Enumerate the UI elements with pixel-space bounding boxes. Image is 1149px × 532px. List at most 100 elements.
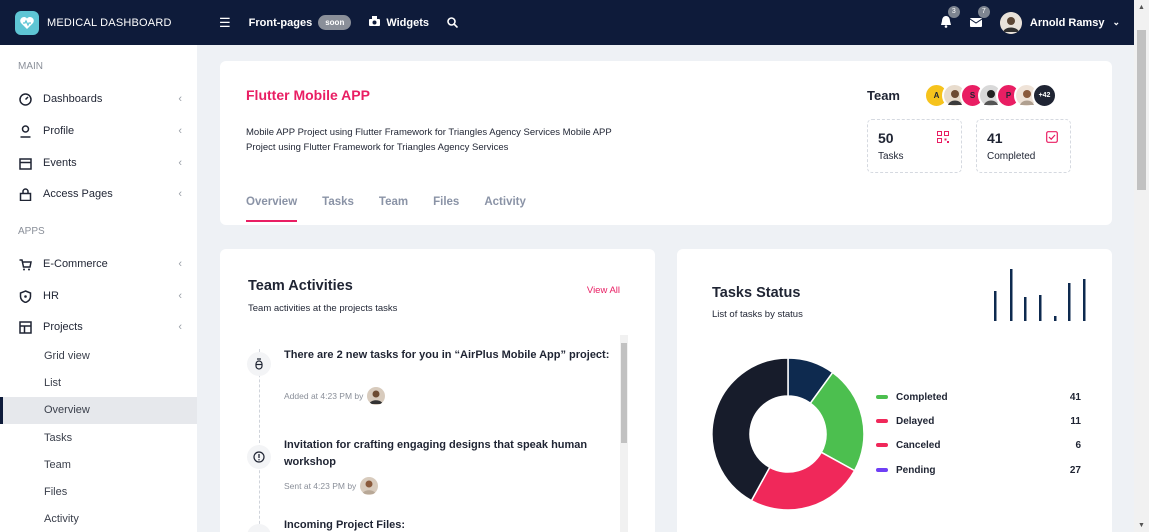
legend-pending: Pending 27 bbox=[876, 463, 1081, 477]
legend-value: 27 bbox=[1069, 464, 1081, 476]
stat-completed: 41 Completed bbox=[976, 119, 1071, 173]
scrollbar-thumb[interactable] bbox=[1137, 30, 1146, 190]
tab-files[interactable]: Files bbox=[433, 196, 459, 222]
legend-label: Delayed bbox=[896, 415, 935, 427]
chevron-left-icon: ‹ bbox=[178, 258, 182, 270]
sidebar-item-label: Dashboards bbox=[43, 93, 103, 105]
donut-chart bbox=[711, 357, 865, 511]
chevron-down-icon: ⌄ bbox=[1112, 17, 1120, 27]
project-card: Flutter Mobile APP Mobile APP Project us… bbox=[220, 61, 1112, 225]
card-subtitle: List of tasks by status bbox=[712, 309, 803, 320]
mail-icon[interactable]: 7 bbox=[969, 6, 990, 30]
activity-text: Incoming Project Files: bbox=[284, 519, 406, 531]
notifications-badge: 3 bbox=[947, 5, 960, 18]
stat-label: Tasks bbox=[878, 151, 904, 162]
avatar[interactable] bbox=[367, 387, 386, 405]
sidebar-item-hr[interactable]: HR ‹ bbox=[0, 281, 197, 311]
sidebar-subitem-activity[interactable]: Activity bbox=[0, 506, 197, 532]
team-avatars: A S P +42 bbox=[924, 83, 1057, 108]
logo-icon bbox=[15, 10, 39, 35]
user-name: Arnold Ramsy bbox=[1029, 16, 1105, 29]
legend-marker bbox=[876, 468, 888, 472]
activity-time: Added at 4:23 PM by bbox=[284, 391, 364, 401]
legend-completed: Completed 41 bbox=[876, 390, 1081, 404]
sidebar-subitem-tasks[interactable]: Tasks bbox=[0, 425, 197, 452]
brand[interactable]: MEDICAL DASHBOARD bbox=[0, 0, 197, 45]
chevron-left-icon: ‹ bbox=[178, 125, 182, 137]
frontpages-menu[interactable]: Front-pages soon bbox=[249, 15, 352, 30]
stat-tasks: 50 Tasks bbox=[867, 119, 962, 173]
shield-icon bbox=[18, 289, 32, 303]
legend-marker bbox=[876, 419, 888, 423]
project-title: Flutter Mobile APP bbox=[246, 87, 370, 103]
sidebar-item-dashboards[interactable]: Dashboards ‹ bbox=[0, 84, 197, 114]
sidebar-subitem-team[interactable]: Team bbox=[0, 452, 197, 479]
user-menu[interactable]: Arnold Ramsy ⌄ bbox=[999, 11, 1120, 34]
widgets-label: Widgets bbox=[386, 16, 430, 29]
soon-badge: soon bbox=[318, 15, 352, 30]
sparkline-bar bbox=[1039, 295, 1042, 321]
scroll-up-icon[interactable]: ▲ bbox=[1138, 4, 1145, 11]
avatar[interactable] bbox=[360, 477, 379, 495]
tab-team[interactable]: Team bbox=[379, 196, 408, 222]
stat-value: 50 bbox=[878, 130, 894, 146]
chevron-left-icon: ‹ bbox=[178, 321, 182, 333]
legend-value: 11 bbox=[1070, 415, 1081, 427]
sidebar-subitem-files[interactable]: Files bbox=[0, 479, 197, 506]
chevron-left-icon: ‹ bbox=[178, 93, 182, 105]
legend-marker bbox=[876, 443, 888, 447]
sidebar-item-label: Projects bbox=[43, 321, 83, 333]
top-navbar: MEDICAL DASHBOARD ☰ Front-pages soon Wid… bbox=[0, 0, 1134, 45]
qr-icon bbox=[937, 130, 949, 143]
hamburger-icon[interactable]: ☰ bbox=[219, 15, 231, 31]
sidebar-item-events[interactable]: Events ‹ bbox=[0, 148, 197, 178]
frontpages-label: Front-pages bbox=[248, 16, 313, 29]
sidebar-section-main: MAIN bbox=[18, 61, 43, 72]
sparkline-chart bbox=[994, 269, 1086, 321]
tab-activity[interactable]: Activity bbox=[484, 196, 526, 222]
scrollbar-thumb[interactable] bbox=[621, 343, 627, 443]
user-icon bbox=[18, 124, 32, 138]
chevron-left-icon: ‹ bbox=[178, 188, 182, 200]
activity-text: There are 2 new tasks for you in “AirPlu… bbox=[284, 349, 610, 361]
team-label: Team bbox=[867, 88, 900, 103]
sidebar-item-label: Access Pages bbox=[43, 188, 113, 200]
sidebar-item-label: E-Commerce bbox=[43, 258, 108, 270]
info-icon bbox=[247, 445, 271, 469]
activity-meta: Sent at 4:23 PM by bbox=[284, 477, 379, 495]
sidebar-item-access-pages[interactable]: Access Pages ‹ bbox=[0, 179, 197, 209]
chevron-left-icon: ‹ bbox=[178, 290, 182, 302]
sidebar-subitem-overview[interactable]: Overview bbox=[0, 397, 197, 424]
legend-label: Pending bbox=[896, 464, 936, 476]
sidebar-subitem-list[interactable]: List bbox=[0, 370, 197, 397]
activity-text: Invitation for crafting engaging designs… bbox=[284, 439, 588, 468]
search-icon[interactable] bbox=[447, 17, 459, 28]
timeline-line bbox=[259, 349, 260, 532]
widgets-menu[interactable]: Widgets bbox=[369, 16, 429, 29]
card-title: Team Activities bbox=[248, 278, 353, 294]
tab-tasks[interactable]: Tasks bbox=[322, 196, 354, 222]
sparkline-bar bbox=[1068, 283, 1071, 321]
tab-overview[interactable]: Overview bbox=[246, 196, 298, 222]
avatar-more[interactable]: +42 bbox=[1032, 83, 1057, 108]
sidebar-subitem-grid-view[interactable]: Grid view bbox=[0, 343, 197, 370]
checkbox-icon bbox=[1046, 130, 1058, 143]
sidebar-item-label: HR bbox=[43, 290, 59, 302]
sidebar-item-label: Events bbox=[43, 157, 77, 169]
sparkline-bar bbox=[1024, 297, 1027, 321]
messages-badge: 7 bbox=[977, 6, 990, 18]
sparkline-bar bbox=[1083, 279, 1086, 321]
chevron-left-icon: ‹ bbox=[178, 157, 182, 169]
scroll-down-icon[interactable]: ▼ bbox=[1138, 522, 1145, 529]
sidebar-item-projects[interactable]: Projects ‹ bbox=[0, 312, 197, 342]
sidebar-item-profile[interactable]: Profile ‹ bbox=[0, 116, 197, 146]
sparkline-bar bbox=[994, 291, 997, 321]
page-scrollbar[interactable]: ▲ ▼ bbox=[1134, 0, 1149, 532]
stat-value: 41 bbox=[987, 130, 1003, 146]
sidebar-item-ecommerce[interactable]: E-Commerce ‹ bbox=[0, 249, 197, 279]
activities-scrollbar[interactable] bbox=[620, 335, 628, 532]
card-subtitle: Team activities at the projects tasks bbox=[248, 303, 398, 314]
bell-icon[interactable]: 3 bbox=[940, 5, 960, 31]
lock-icon bbox=[18, 187, 32, 201]
view-all-link[interactable]: View All bbox=[587, 285, 620, 296]
